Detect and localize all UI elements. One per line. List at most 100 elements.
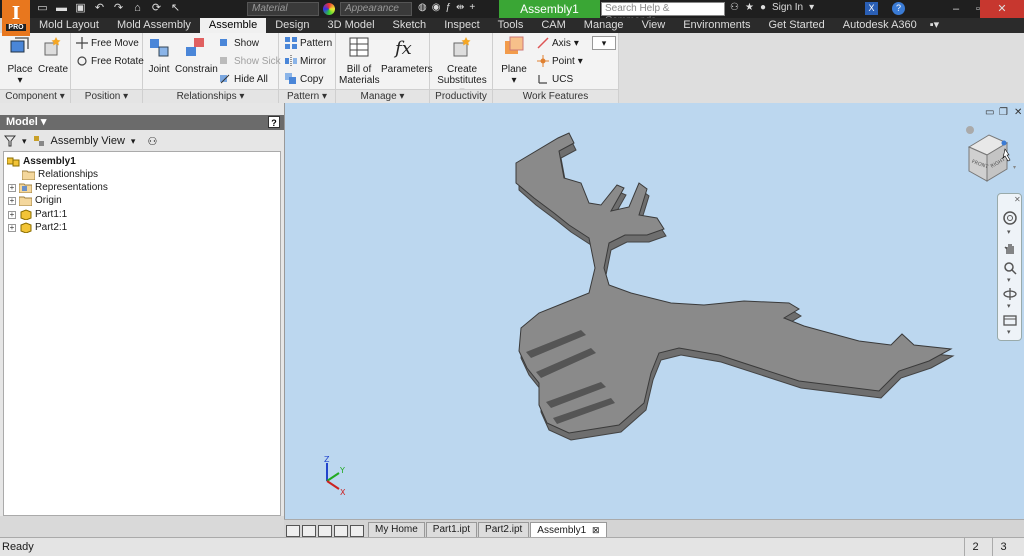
orbit-icon[interactable] [1002, 286, 1018, 302]
adjust-icon[interactable]: ◉ [432, 2, 441, 13]
tab-mold-layout[interactable]: Mold Layout [30, 18, 108, 33]
binoculars-icon[interactable]: ⚇ [730, 2, 739, 13]
pattern-panel-label[interactable]: Pattern ▾ [279, 89, 335, 103]
material-select[interactable]: Material [247, 2, 319, 16]
add-icon[interactable]: + [469, 2, 475, 13]
tab-assembly1[interactable]: Assembly1 ⊠ [530, 522, 607, 537]
tree-item-part1[interactable]: + Part1:1 [8, 208, 67, 221]
fx-icon[interactable]: ƒ [445, 2, 451, 13]
show-button[interactable]: Show [219, 35, 259, 51]
3d-model[interactable] [285, 103, 1024, 519]
app-logo[interactable]: I PRO [2, 0, 30, 36]
tab-part2[interactable]: Part2.ipt [478, 522, 530, 537]
exchange-icon[interactable]: X [865, 2, 878, 15]
relationships-panel-label[interactable]: Relationships ▾ [143, 89, 278, 103]
tab-assemble[interactable]: Assemble [199, 18, 267, 33]
horizontal-layout-icon[interactable] [302, 525, 316, 537]
select-icon[interactable]: ↖ [169, 2, 182, 15]
tree-item-part2[interactable]: + Part2:1 [8, 221, 67, 234]
navbar-close-icon[interactable]: ✕ [1014, 195, 1021, 204]
bill-of-materials-button[interactable]: Bill of Materials [339, 35, 380, 86]
manage-panel-label[interactable]: Manage ▾ [336, 89, 429, 103]
undo-icon[interactable]: ↶ [93, 2, 106, 15]
appearance-color-icon[interactable] [323, 3, 335, 15]
steering-wheel-icon[interactable] [1002, 210, 1018, 226]
viewcube-menu-icon[interactable]: ▾ [1013, 165, 1016, 171]
user-icon[interactable]: ● [760, 2, 766, 13]
tab-design[interactable]: Design [266, 18, 318, 33]
clear-appearance-icon[interactable]: ◍ [418, 2, 427, 13]
pattern-button[interactable]: Pattern [285, 35, 332, 51]
view-dropdown-icon[interactable]: ▾ [131, 136, 136, 147]
component-panel-label[interactable]: Component ▾ [0, 89, 70, 103]
home-view-icon[interactable] [966, 126, 974, 134]
sign-in-link[interactable]: Sign In [772, 2, 803, 13]
filter-dropdown-icon[interactable]: ▾ [22, 136, 27, 147]
measure-icon[interactable]: ⇹ [456, 2, 464, 13]
tree-item-representations[interactable]: + Representations [8, 181, 108, 194]
tab-3d-model[interactable]: 3D Model [318, 18, 383, 33]
hide-all-button[interactable]: Hide All [219, 71, 268, 87]
expand-icon[interactable]: + [8, 223, 16, 232]
vertical-layout-icon[interactable] [318, 525, 332, 537]
ucs-button[interactable]: UCS [537, 71, 573, 87]
parameters-button[interactable]: fx Parameters [381, 35, 433, 75]
document-menu-icon[interactable] [350, 525, 364, 537]
home-icon[interactable]: ⌂ [131, 2, 144, 15]
close-button[interactable]: ✕ [980, 0, 1024, 18]
star-icon[interactable]: ★ [745, 2, 754, 13]
pan-icon[interactable] [1002, 240, 1018, 256]
tab-mold-assembly[interactable]: Mold Assembly [108, 18, 200, 33]
assembly-view-select[interactable]: Assembly View [51, 135, 125, 147]
create-button[interactable]: Create [38, 35, 68, 75]
appearance-select[interactable]: Appearance [340, 2, 412, 16]
graphics-viewport[interactable]: ▭ ❐ ✕ FRONT RIGHT ▾ Z Y X [284, 103, 1024, 519]
redo-icon[interactable]: ↷ [112, 2, 125, 15]
tile-layout-icon[interactable] [286, 525, 300, 537]
show-sick-button[interactable]: Show Sick [219, 53, 281, 69]
free-move-button[interactable]: Free Move [76, 35, 139, 51]
tab-cam[interactable]: CAM [532, 18, 574, 33]
tab-inspect[interactable]: Inspect [435, 18, 488, 33]
tree-item-origin[interactable]: + Origin [8, 194, 62, 207]
dropdown-icon[interactable]: ▾ [809, 2, 814, 13]
place-button[interactable]: Place ▾ [5, 35, 35, 86]
close-tab-icon[interactable]: ⊠ [592, 525, 600, 535]
tab-environments[interactable]: Environments [674, 18, 759, 33]
create-substitutes-button[interactable]: Create Substitutes ▾ [434, 35, 490, 97]
browser-help-icon[interactable]: ? [268, 116, 280, 128]
tab-autodesk-a360[interactable]: Autodesk A360 [834, 18, 926, 33]
tab-part1[interactable]: Part1.ipt [425, 522, 478, 537]
constrain-button[interactable]: Constrain [175, 35, 218, 75]
tab-manage[interactable]: Manage [575, 18, 633, 33]
tab-tools[interactable]: Tools [489, 18, 533, 33]
open-folder-icon[interactable]: ▬ [55, 2, 68, 15]
tree-item-assembly1[interactable]: Assembly1 [7, 155, 76, 168]
expand-icon[interactable]: + [8, 210, 16, 219]
expand-icon[interactable]: + [8, 196, 16, 205]
model-browser-header[interactable]: Model ▾ ? [0, 115, 284, 130]
tab-view[interactable]: View [633, 18, 675, 33]
plane-button[interactable]: Plane ▾ [497, 35, 531, 86]
save-icon[interactable]: ▣ [74, 2, 87, 15]
mirror-button[interactable]: Mirror [285, 53, 326, 69]
axis-button[interactable]: Axis ▾ [537, 35, 579, 51]
copy-button[interactable]: Copy [285, 71, 323, 87]
tab-my-home[interactable]: My Home [368, 522, 425, 537]
free-rotate-button[interactable]: Free Rotate [76, 53, 144, 69]
update-icon[interactable]: ⟳ [150, 2, 163, 15]
point-button[interactable]: Point ▾ [537, 53, 583, 69]
binoculars-search-icon[interactable]: ⚇ [147, 135, 157, 148]
cascade-layout-icon[interactable] [334, 525, 348, 537]
panel-options-icon[interactable]: ▾ [592, 36, 616, 50]
viewcube[interactable]: FRONT RIGHT ▾ [961, 125, 1021, 185]
search-input[interactable]: Search Help & Commands... [601, 2, 725, 26]
joint-button[interactable]: Joint [145, 35, 173, 75]
new-file-icon[interactable]: ▭ [36, 2, 49, 15]
look-at-icon[interactable] [1002, 312, 1018, 328]
tab-get-started[interactable]: Get Started [759, 18, 833, 33]
help-icon[interactable]: ? [892, 2, 905, 15]
position-panel-label[interactable]: Position ▾ [71, 89, 142, 103]
ribbon-options-icon[interactable]: ▪▾ [926, 18, 943, 33]
tab-sketch[interactable]: Sketch [384, 18, 436, 33]
